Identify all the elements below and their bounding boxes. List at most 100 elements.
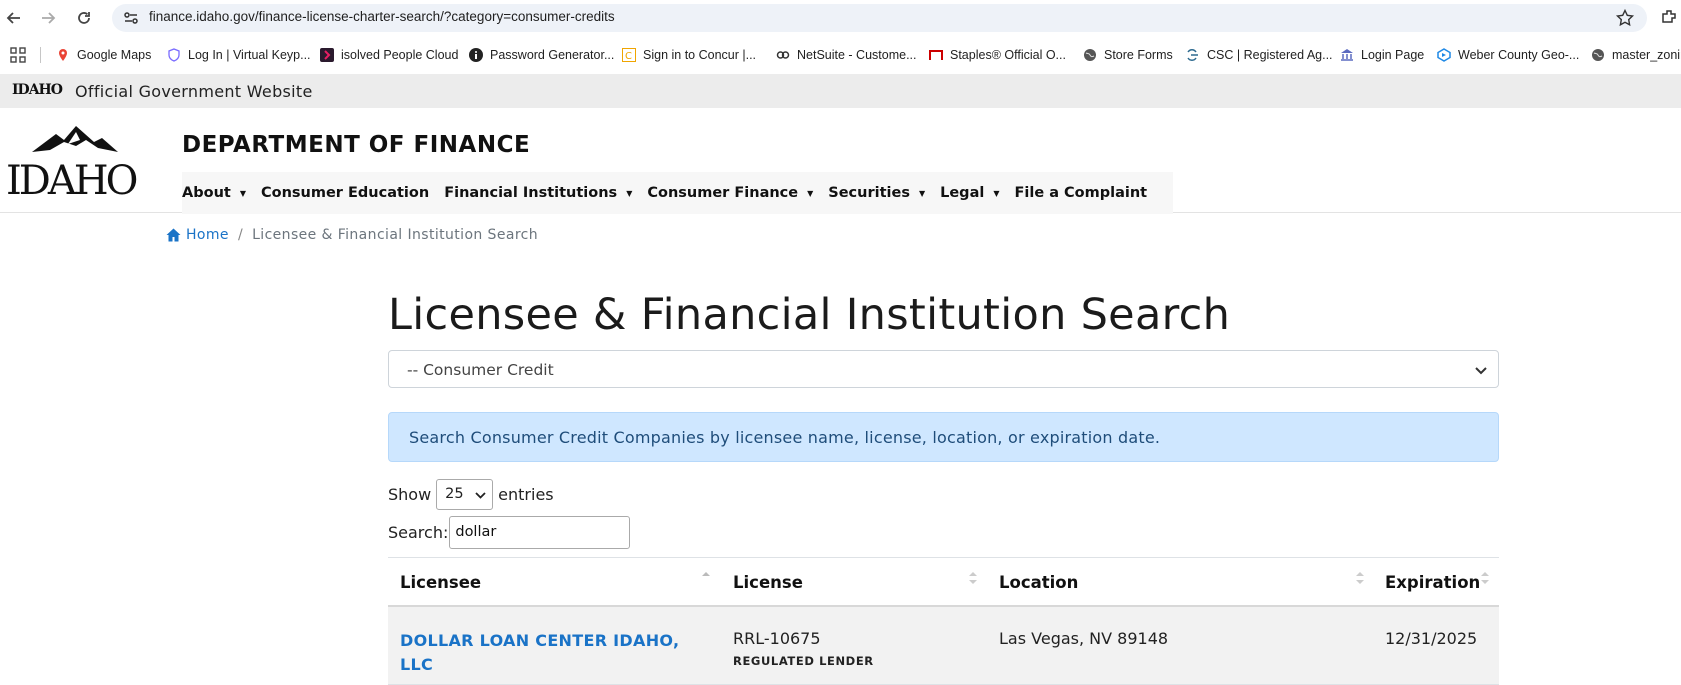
bookmark-label: NetSuite - Custome... bbox=[797, 48, 917, 62]
column-header-licensee[interactable]: Licensee bbox=[400, 573, 481, 592]
caret-down-icon: ▼ bbox=[239, 188, 246, 198]
shield-icon bbox=[167, 48, 181, 62]
entries-select[interactable]: 25 bbox=[436, 478, 494, 510]
nav-securities[interactable]: Securities ▼ bbox=[828, 185, 937, 201]
licensee-location: Las Vegas, NV 89148 bbox=[999, 629, 1169, 648]
nav-consumer-finance[interactable]: Consumer Finance ▼ bbox=[647, 185, 825, 201]
nav-label: Consumer Finance bbox=[647, 185, 799, 201]
nav-financial-institutions[interactable]: Financial Institutions ▼ bbox=[444, 185, 644, 201]
bookmark-password-generator[interactable]: Password Generator... bbox=[469, 46, 614, 64]
isolved-icon bbox=[320, 48, 334, 62]
idaho-logo[interactable]: IDAHO bbox=[6, 120, 140, 204]
column-header-location[interactable]: Location bbox=[999, 573, 1078, 592]
department-title: DEPARTMENT OF FINANCE bbox=[182, 132, 531, 158]
nav-label: Consumer Education bbox=[260, 185, 430, 201]
nav-label: Legal bbox=[940, 185, 985, 201]
nav-consumer-education[interactable]: Consumer Education bbox=[261, 185, 441, 201]
csc-icon bbox=[1186, 48, 1200, 62]
bookmark-label: master_zonin bbox=[1612, 48, 1681, 62]
address-bar[interactable]: finance.idaho.gov/finance-license-charte… bbox=[112, 4, 1647, 32]
licensee-link[interactable]: DOLLAR LOAN CENTER IDAHO, LLC bbox=[400, 629, 690, 677]
site-header: IDAHO DEPARTMENT OF FINANCE About ▼ Consu… bbox=[0, 108, 1681, 214]
gov-banner: IDAHO Official Government Website bbox=[0, 74, 1681, 108]
license-expiration: 12/31/2025 bbox=[1385, 629, 1478, 648]
bookmark-label: CSC | Registered Ag... bbox=[1207, 48, 1333, 62]
staples-icon bbox=[929, 48, 943, 62]
bookmark-master-zoning[interactable]: master_zonin bbox=[1591, 46, 1681, 64]
bookmark-concur[interactable]: C Sign in to Concur |... bbox=[622, 46, 756, 64]
table-row: DOLLAR LOAN CENTER IDAHO, LLC RRL-10675 … bbox=[388, 607, 1499, 685]
caret-down-icon: ▼ bbox=[918, 188, 926, 198]
bookmark-star-icon[interactable] bbox=[1615, 8, 1635, 28]
chevron-down-icon bbox=[475, 491, 486, 499]
results-table: Licensee License Location Expiration DOL… bbox=[388, 557, 1499, 685]
apps-grid-icon[interactable] bbox=[10, 47, 26, 63]
extensions-icon[interactable] bbox=[1660, 8, 1678, 26]
bookmark-isolved[interactable]: isolved People Cloud bbox=[320, 46, 458, 64]
bookmark-store-forms[interactable]: Store Forms bbox=[1083, 46, 1173, 64]
forward-icon[interactable] bbox=[38, 8, 58, 28]
gov-banner-logo: IDAHO bbox=[12, 82, 63, 98]
nav-legal[interactable]: Legal ▼ bbox=[940, 185, 1011, 201]
sort-icon[interactable] bbox=[1480, 570, 1490, 586]
reload-icon[interactable] bbox=[74, 8, 94, 28]
nav-label: About bbox=[182, 185, 231, 201]
bookmark-label: Store Forms bbox=[1104, 48, 1173, 62]
bookmark-google-maps[interactable]: Google Maps bbox=[56, 46, 151, 64]
bookmark-login-page[interactable]: Login Page bbox=[1340, 46, 1424, 64]
bookmark-label: Log In | Virtual Keyp... bbox=[188, 48, 311, 62]
show-label: Show bbox=[388, 484, 432, 504]
column-header-license[interactable]: License bbox=[733, 573, 803, 592]
bookmarks-bar: Google Maps Log In | Virtual Keyp... iso… bbox=[0, 36, 1681, 74]
bookmark-separator bbox=[40, 47, 41, 63]
globe-icon bbox=[1083, 48, 1097, 62]
bookmark-label: Login Page bbox=[1361, 48, 1425, 62]
nav-label: Financial Institutions bbox=[444, 185, 618, 201]
bookmark-label: Google Maps bbox=[77, 48, 152, 62]
table-search: Search: dollar bbox=[388, 516, 631, 549]
nav-file-a-complaint[interactable]: File a Complaint bbox=[1014, 185, 1159, 201]
bank-icon bbox=[1340, 48, 1354, 62]
home-icon bbox=[166, 228, 181, 242]
idaho-logo-text: IDAHO bbox=[6, 158, 137, 200]
sort-asc-icon[interactable] bbox=[701, 570, 711, 586]
search-input[interactable]: dollar bbox=[449, 516, 631, 549]
caret-down-icon: ▼ bbox=[807, 188, 814, 198]
browser-toolbar: finance.idaho.gov/finance-license-charte… bbox=[0, 0, 1681, 36]
sort-icon[interactable] bbox=[968, 570, 978, 586]
site-info-icon[interactable] bbox=[122, 9, 140, 27]
page-title: Licensee & Financial Institution Search bbox=[388, 290, 1231, 340]
sort-icon[interactable] bbox=[1355, 570, 1365, 586]
nav-label: Securities bbox=[828, 185, 910, 201]
search-input-value: dollar bbox=[455, 524, 497, 540]
breadcrumb-home[interactable]: Home bbox=[166, 227, 229, 243]
bookmark-label: Weber County Geo-... bbox=[1458, 48, 1580, 62]
url-text: finance.idaho.gov/finance-license-charte… bbox=[149, 9, 615, 24]
bookmark-weber-county[interactable]: Weber County Geo-... bbox=[1437, 46, 1579, 64]
back-icon[interactable] bbox=[4, 8, 24, 28]
concur-icon: C bbox=[622, 48, 636, 62]
info-alert: Search Consumer Credit Companies by lice… bbox=[388, 412, 1499, 462]
nav-about[interactable]: About ▼ bbox=[182, 185, 258, 201]
geo-icon bbox=[1437, 48, 1451, 62]
column-header-expiration[interactable]: Expiration bbox=[1385, 573, 1480, 592]
bookmark-virtual-keypass[interactable]: Log In | Virtual Keyp... bbox=[167, 46, 311, 64]
caret-down-icon: ▼ bbox=[626, 188, 633, 198]
bookmark-csc[interactable]: CSC | Registered Ag... bbox=[1186, 46, 1333, 64]
category-select[interactable]: -- Consumer Credit bbox=[388, 350, 1499, 388]
bookmark-netsuite[interactable]: NetSuite - Custome... bbox=[776, 46, 917, 64]
main-nav: About ▼ Consumer Education Financial Inst… bbox=[182, 172, 1173, 214]
map-pin-icon bbox=[56, 48, 70, 62]
table-header: Licensee License Location Expiration bbox=[388, 557, 1499, 607]
globe-icon bbox=[1591, 48, 1605, 62]
svg-text:C: C bbox=[625, 51, 632, 62]
netsuite-icon bbox=[776, 48, 790, 62]
bookmark-label: Password Generator... bbox=[490, 48, 615, 62]
info-icon bbox=[469, 48, 483, 62]
entries-label: entries bbox=[498, 484, 554, 504]
bookmark-staples[interactable]: Staples® Official O... bbox=[929, 46, 1066, 64]
license-number: RRL-10675 bbox=[733, 629, 821, 648]
entries-select-value: 25 bbox=[445, 485, 464, 502]
search-label: Search: bbox=[388, 523, 449, 542]
breadcrumb-current: Licensee & Financial Institution Search bbox=[252, 227, 539, 243]
